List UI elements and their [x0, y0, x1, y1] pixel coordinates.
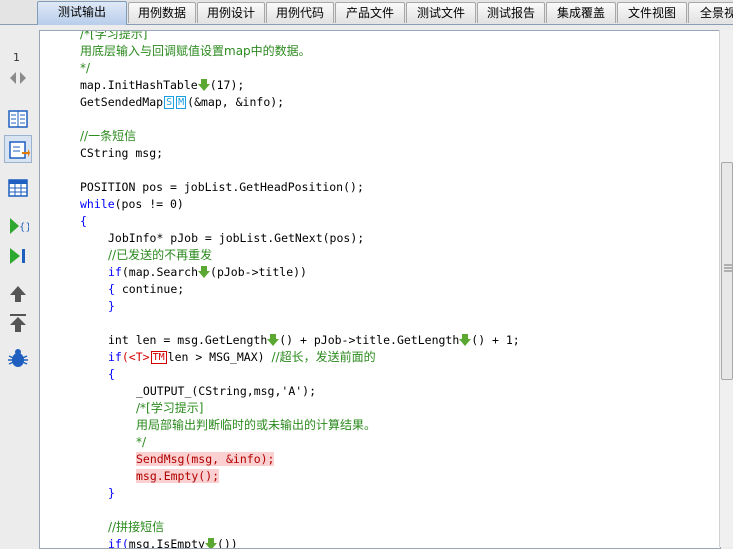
step-up-icon[interactable] — [7, 283, 29, 305]
run-step-icon[interactable]: {} — [7, 215, 29, 237]
code-line: 用底层输入与回调赋值设置map中的数据。 — [80, 44, 311, 58]
code-text: (map.Search — [121, 265, 199, 279]
code-line: CString msg; — [80, 146, 164, 160]
code-line: 用局部输出判断临时的或未输出的计算结果。 — [136, 418, 377, 432]
tab-test-files[interactable]: 测试文件 — [406, 2, 476, 23]
left-toolbar: 1 {} — [0, 25, 38, 549]
code-line: POSITION pos = jobList.GetHeadPosition()… — [80, 180, 364, 194]
code-line-highlighted: msg.Empty(); — [136, 468, 220, 485]
code-text: () + pJob->title.GetLength — [279, 333, 460, 347]
highlighted-code: msg.Empty(); — [136, 469, 220, 483]
code-line: } — [108, 486, 115, 500]
stub-marker[interactable]: S — [164, 96, 175, 109]
keyword: if — [108, 350, 122, 364]
code-text: GetSendedMap — [80, 95, 164, 109]
code-text: (< — [121, 350, 136, 364]
tab-file-view[interactable]: 文件视图 — [617, 2, 687, 23]
code-line: //已发送的不再重发 — [108, 248, 213, 262]
code-line: JobInfo* pJob = jobList.GetNext(pos); — [108, 231, 365, 245]
code-line: int len = msg.GetLength () + pJob->title.… — [108, 332, 520, 349]
code-text: () + 1; — [471, 333, 520, 347]
edit-code-button[interactable] — [4, 135, 32, 163]
down-arrow-icon[interactable] — [459, 334, 472, 346]
page-number: 1 — [13, 51, 20, 64]
list-view-icon[interactable] — [7, 108, 29, 130]
tab-integration-coverage[interactable]: 集成覆盖 — [546, 2, 616, 23]
t-marker[interactable]: T — [136, 350, 143, 364]
code-text: (17); — [209, 78, 245, 92]
step-top-icon[interactable] — [7, 312, 29, 334]
tab-case-code[interactable]: 用例代码 — [266, 2, 334, 23]
keyword: while — [80, 197, 115, 211]
code-line: if(<T> TM len > MSG_MAX) //超长，发送前面的 — [108, 349, 376, 366]
code-line: if(map.Search (pJob->title)) — [108, 264, 307, 281]
down-arrow-icon[interactable] — [198, 266, 211, 278]
down-arrow-icon[interactable] — [267, 334, 280, 346]
svg-text:{}: {} — [19, 222, 29, 233]
code-line: //一条短信 — [80, 129, 137, 143]
code-line: /*[学习提示] — [136, 401, 204, 415]
tab-test-output[interactable]: 测试输出 — [37, 1, 127, 25]
tm-marker[interactable]: TM — [150, 351, 167, 364]
grip-icon — [724, 264, 732, 272]
code-line-highlighted: SendMsg(msg, &info); — [136, 451, 275, 468]
code-text: (pos != 0) — [114, 197, 184, 211]
brace: { — [108, 282, 115, 296]
code-line: { — [108, 367, 115, 381]
tab-panorama-view[interactable]: 全景视 — [688, 2, 733, 23]
down-arrow-icon[interactable] — [204, 538, 217, 549]
code-line: _OUTPUT_(CString,msg,'A'); — [136, 384, 317, 398]
highlighted-code: SendMsg(msg, &info); — [136, 452, 275, 466]
code-line: if(msg.IsEmpty ()) — [108, 536, 238, 549]
code-line: /*[学习提示] — [80, 30, 148, 41]
code-line: { — [80, 214, 87, 228]
vertical-scrollbar[interactable] — [719, 30, 733, 547]
table-icon[interactable] — [7, 177, 29, 199]
tab-test-report[interactable]: 测试报告 — [477, 2, 545, 23]
code-text: (&map, &info); — [187, 95, 285, 109]
tab-bar: 测试输出 用例数据 用例设计 用例代码 产品文件 测试文件 测试报告 集成覆盖 … — [0, 0, 733, 25]
code-line: map.InitHashTable (17); — [80, 77, 244, 94]
tab-case-data[interactable]: 用例数据 — [128, 2, 196, 23]
tab-case-design[interactable]: 用例设计 — [197, 2, 265, 23]
scrollbar-thumb[interactable] — [721, 162, 733, 380]
code-editor[interactable]: /*[学习提示] 用底层输入与回调赋值设置map中的数据。 */ map.Ini… — [39, 30, 721, 549]
code-text: len > MSG_MAX) — [167, 350, 265, 364]
code-text: continue; — [114, 282, 185, 296]
comment: //超长，发送前面的 — [271, 350, 376, 364]
code-line: GetSendedMap S M (&map, &info); — [80, 94, 284, 111]
keyword: if( — [108, 537, 129, 549]
code-text: > — [142, 350, 150, 364]
keyword: if — [108, 265, 122, 279]
code-text: int len = msg.GetLength — [108, 333, 268, 347]
code-line: */ — [80, 61, 91, 75]
code-line: //拼接短信 — [108, 520, 165, 534]
code-text: (pJob->title)) — [210, 265, 307, 279]
code-text: msg.IsEmpty — [128, 537, 205, 549]
code-line: while(pos != 0) — [80, 196, 184, 213]
code-line: { continue; — [108, 281, 184, 298]
down-arrow-icon[interactable] — [197, 79, 210, 91]
edit-code-icon — [9, 141, 30, 159]
run-to-end-icon[interactable] — [7, 245, 29, 267]
code-text: ()) — [216, 537, 238, 549]
mock-marker[interactable]: M — [176, 96, 187, 109]
code-text: map.InitHashTable — [80, 78, 198, 92]
bug-icon[interactable] — [7, 347, 29, 369]
code-line: } — [108, 299, 115, 313]
code-line: */ — [136, 435, 147, 449]
prev-next-icon[interactable] — [7, 67, 29, 89]
tab-product-files[interactable]: 产品文件 — [335, 2, 405, 23]
